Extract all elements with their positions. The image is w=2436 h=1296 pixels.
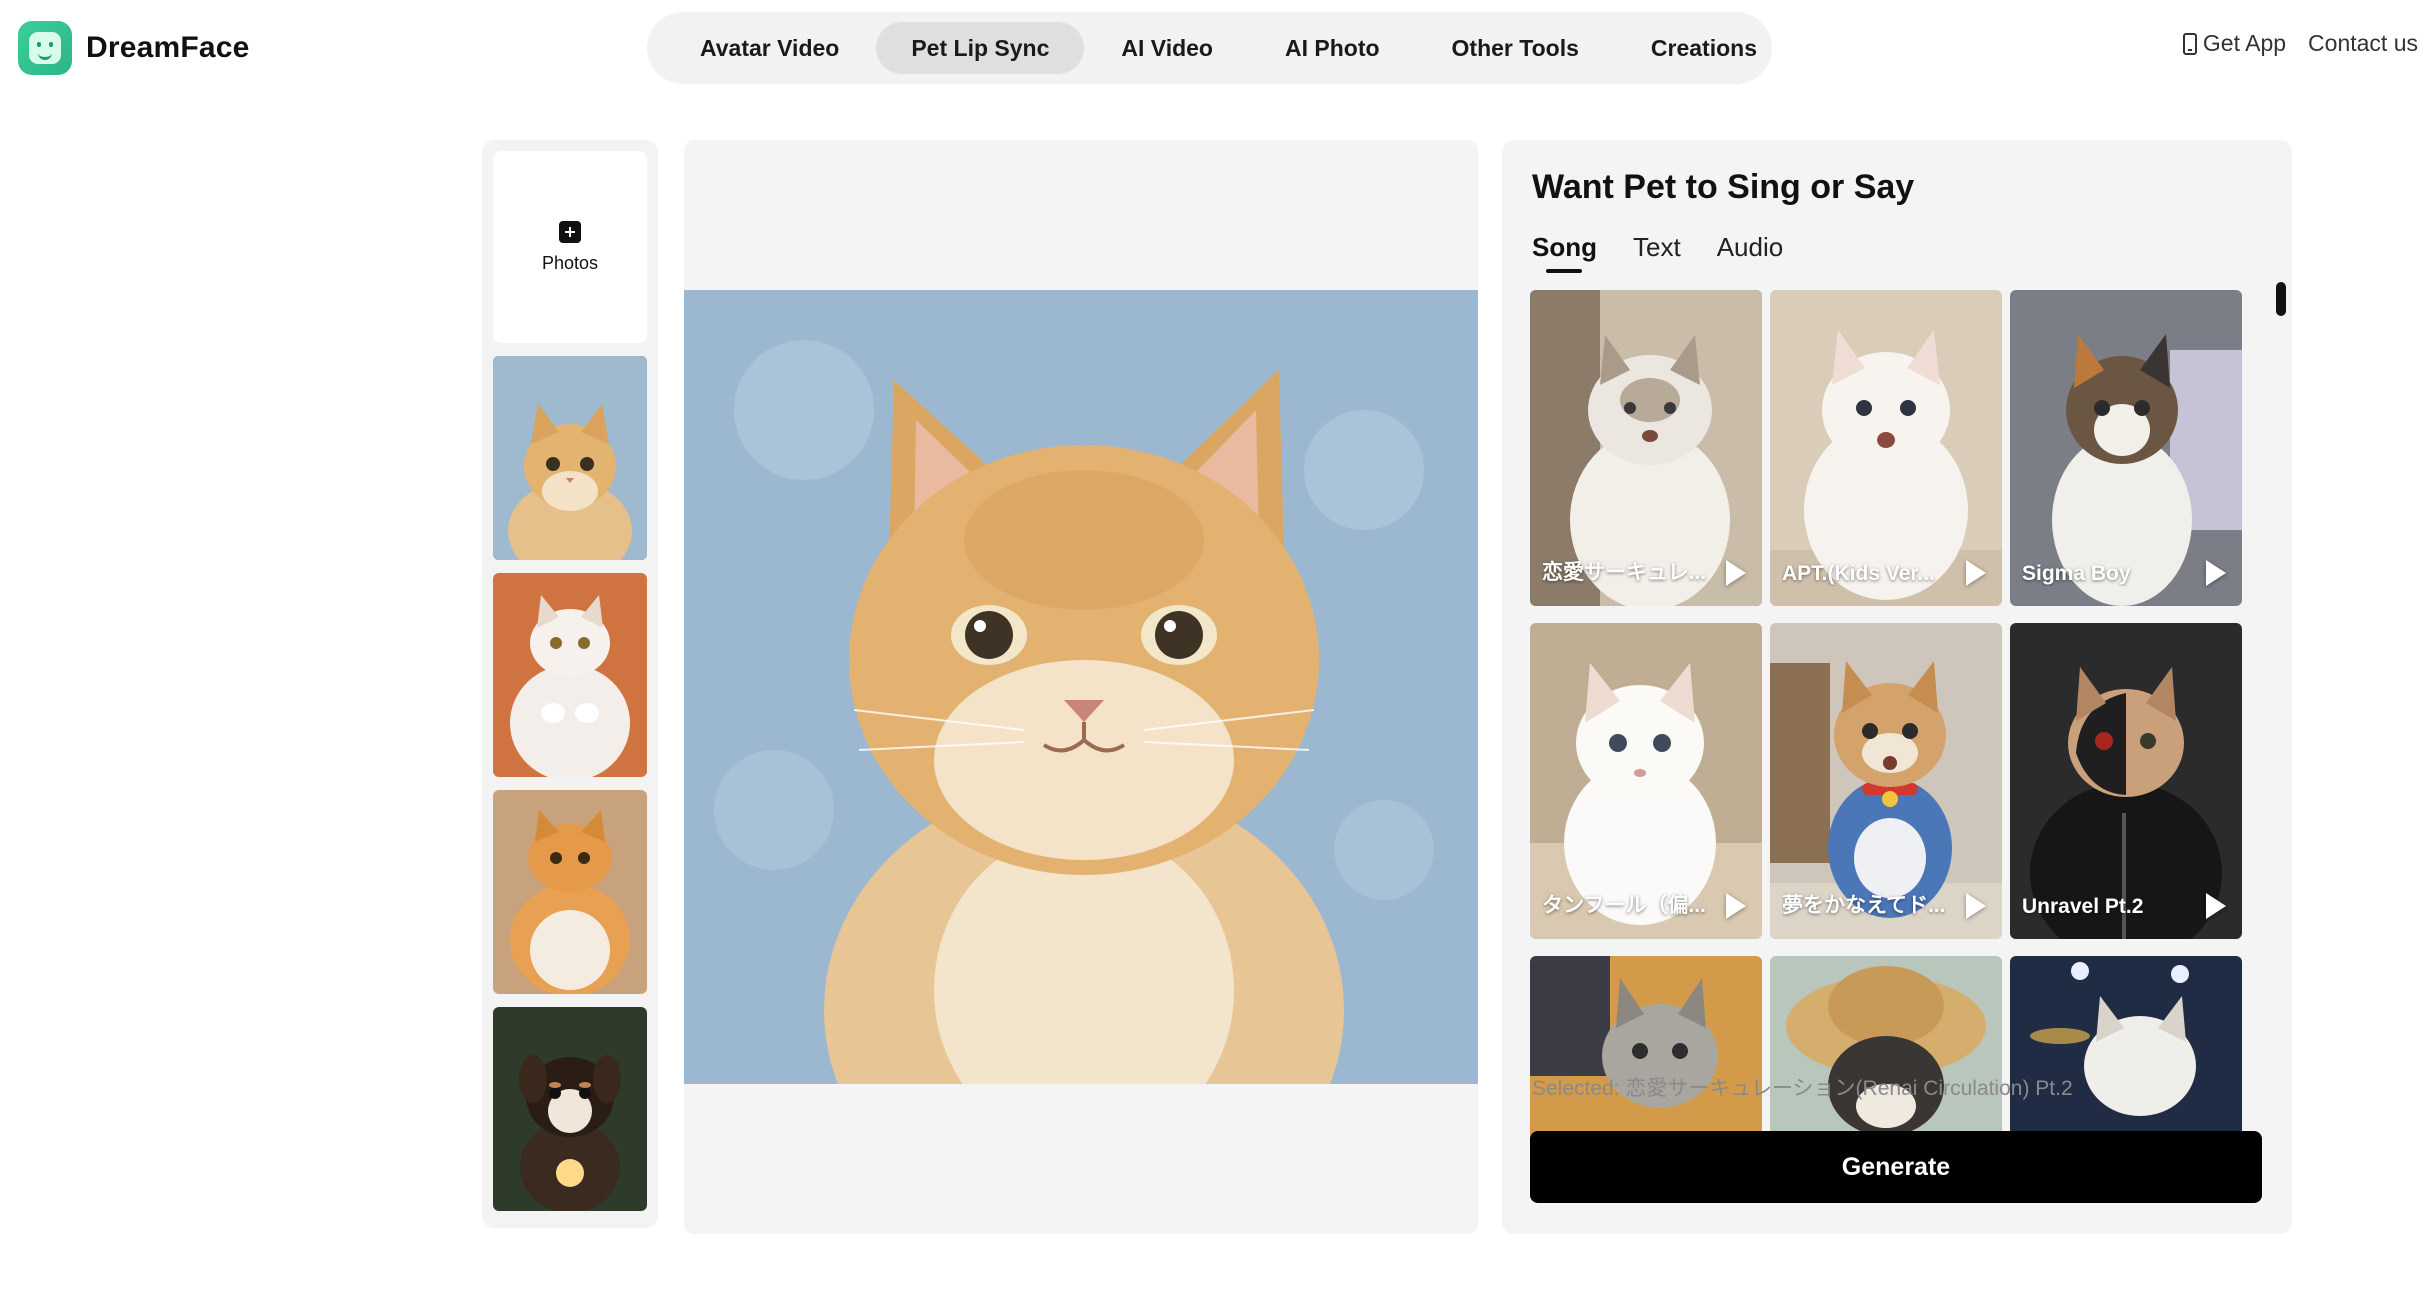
- song-card[interactable]: 恋愛サーキュレ...: [1530, 290, 1762, 606]
- tab-audio[interactable]: Audio: [1717, 232, 1784, 273]
- song-title: 恋愛サーキュレ...: [1542, 561, 1707, 584]
- song-title: Sigma Boy: [2022, 562, 2131, 585]
- play-icon[interactable]: [1726, 893, 1746, 919]
- header-links: Get App Contact us: [2182, 30, 2418, 57]
- song-card[interactable]: 夢をかなえてド...: [1770, 623, 2002, 939]
- smiley-face-icon: [18, 21, 72, 75]
- cat-photo: [684, 290, 1478, 1084]
- song-title: Unravel Pt.2: [2022, 895, 2144, 918]
- song-title: 夢をかなえてド...: [1782, 894, 1946, 917]
- cat-photo: [2010, 623, 2242, 939]
- song-title: タンフール（偏...: [1542, 894, 1706, 917]
- play-icon[interactable]: [1966, 893, 1986, 919]
- panel-tabs: Song Text Audio: [1532, 232, 1783, 273]
- cat-photo: [2010, 290, 2242, 606]
- get-app-link[interactable]: Get App: [2182, 30, 2287, 57]
- plus-square-icon: [559, 220, 581, 243]
- main-nav: Avatar Video Pet Lip Sync AI Video AI Ph…: [647, 12, 1772, 84]
- dog-photo: [493, 1007, 647, 1211]
- photo-thumbnail[interactable]: [493, 1007, 647, 1211]
- phone-icon: [2182, 32, 2197, 55]
- contact-link[interactable]: Contact us: [2308, 30, 2418, 57]
- song-grid: 恋愛サーキュレ... APT.(Kids Ver... Sigma Boy タン…: [1530, 290, 2250, 1190]
- cat-photo: [1770, 290, 2002, 606]
- play-icon[interactable]: [2206, 893, 2226, 919]
- tab-text[interactable]: Text: [1633, 232, 1681, 273]
- cat-photo: [493, 573, 647, 777]
- upload-photos-button[interactable]: Photos: [493, 151, 647, 343]
- nav-item-ai-video[interactable]: AI Video: [1086, 22, 1248, 74]
- song-card[interactable]: タンフール（偏...: [1530, 623, 1762, 939]
- photo-thumbnail[interactable]: [493, 790, 647, 994]
- preview-image: [684, 290, 1478, 1084]
- play-icon[interactable]: [2206, 560, 2226, 586]
- upload-label: Photos: [541, 252, 599, 273]
- song-card[interactable]: Unravel Pt.2: [2010, 623, 2242, 939]
- song-card[interactable]: Sigma Boy: [2010, 290, 2242, 606]
- nav-item-ai-photo[interactable]: AI Photo: [1250, 22, 1415, 74]
- cat-photo: [493, 790, 647, 994]
- nav-item-avatar-video[interactable]: Avatar Video: [665, 22, 874, 74]
- get-app-label: Get App: [2202, 30, 2287, 56]
- song-card[interactable]: APT.(Kids Ver...: [1770, 290, 2002, 606]
- tab-song[interactable]: Song: [1532, 232, 1597, 273]
- song-title: APT.(Kids Ver...: [1782, 562, 1935, 585]
- scrollbar-thumb[interactable]: [2276, 282, 2286, 316]
- play-icon[interactable]: [1966, 560, 1986, 586]
- preview-area: [684, 140, 1478, 1234]
- photo-sidebar: Photos: [482, 140, 658, 1228]
- generate-button[interactable]: Generate: [1530, 1131, 2262, 1203]
- play-icon[interactable]: [1726, 560, 1746, 586]
- brand-name: DreamFace: [86, 31, 250, 64]
- song-panel: Want Pet to Sing or Say Song Text Audio …: [1502, 140, 2292, 1234]
- photo-thumbnail[interactable]: [493, 356, 647, 560]
- photo-thumbnail[interactable]: [493, 573, 647, 777]
- nav-item-pet-lip-sync[interactable]: Pet Lip Sync: [876, 22, 1085, 74]
- selected-song-text: Selected: 恋愛サーキュレーション(Renai Circulation)…: [1532, 1077, 2073, 1100]
- panel-title: Want Pet to Sing or Say: [1532, 168, 1915, 206]
- cat-photo: [493, 356, 647, 560]
- nav-item-other-tools[interactable]: Other Tools: [1417, 22, 1614, 74]
- nav-item-creations[interactable]: Creations: [1616, 22, 1792, 74]
- brand-logo[interactable]: DreamFace: [18, 21, 250, 75]
